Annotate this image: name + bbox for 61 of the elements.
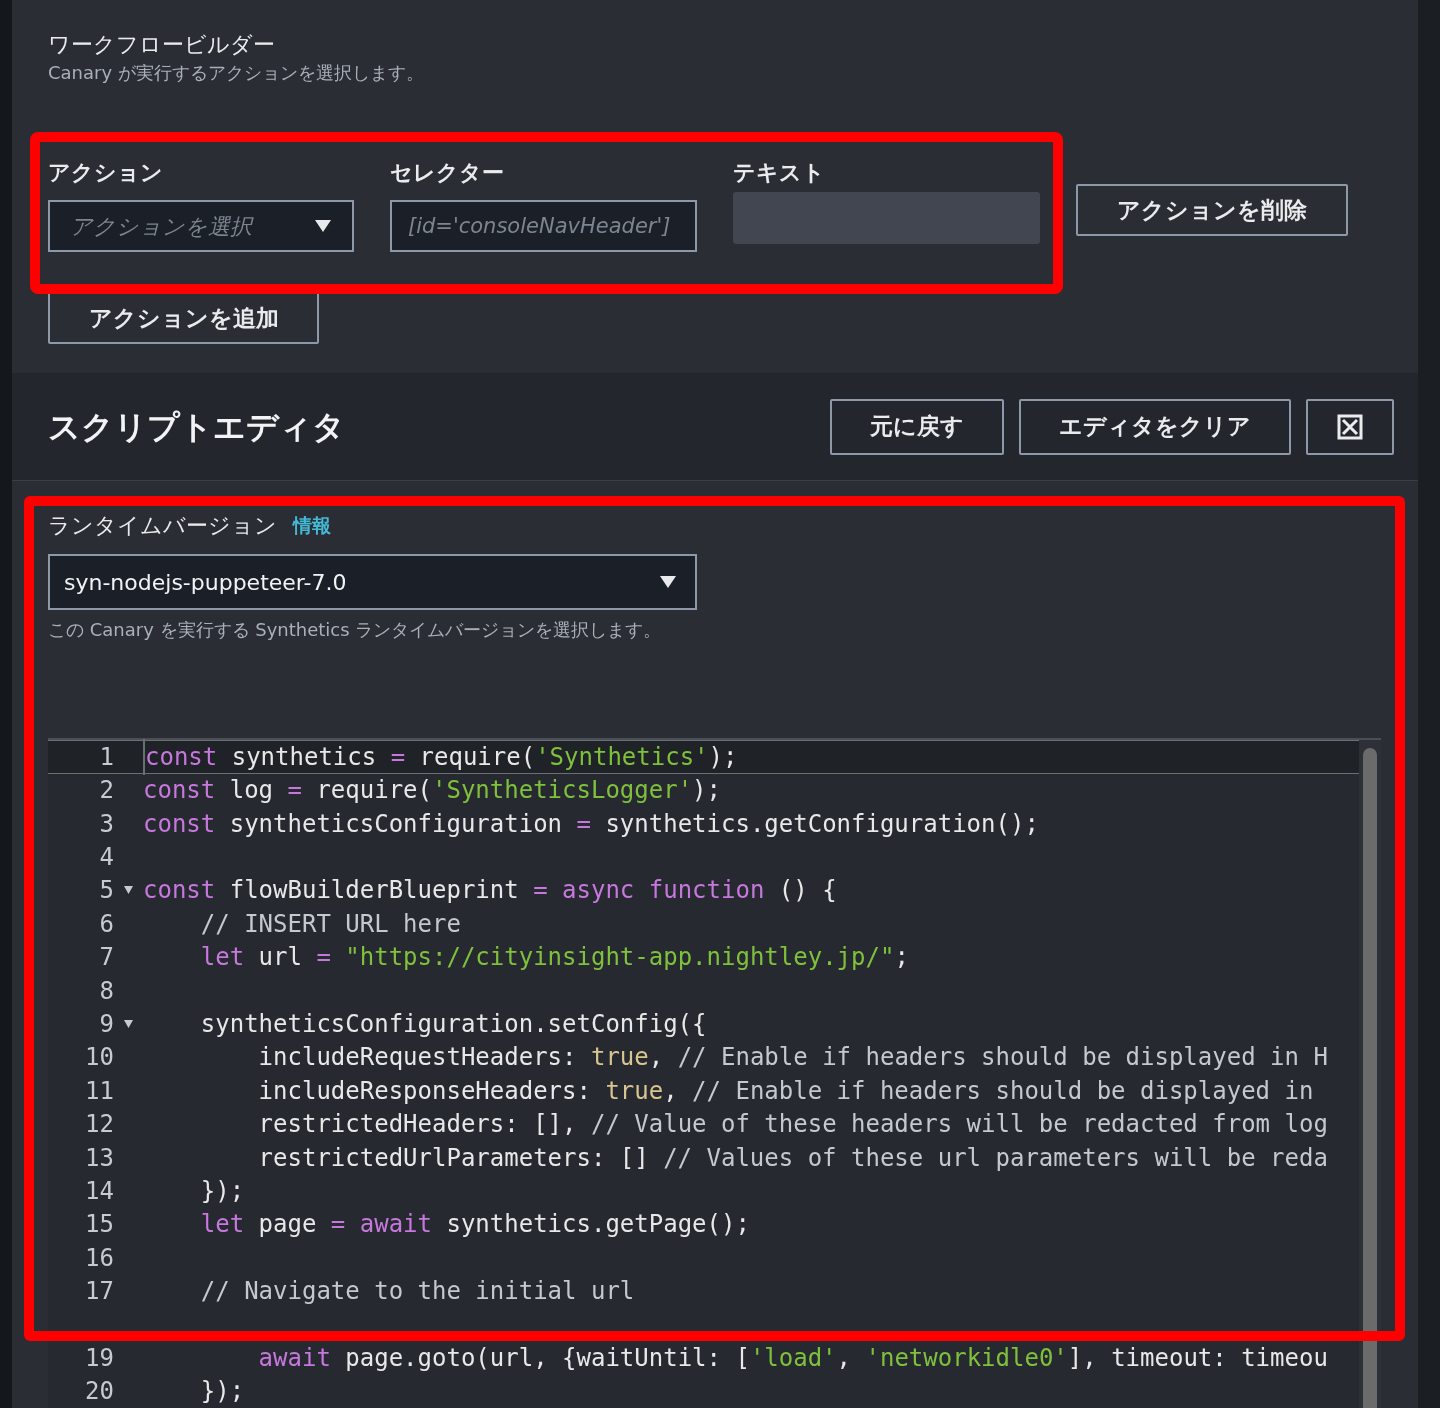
fullscreen-button[interactable]	[1306, 398, 1394, 455]
line-number: 8	[99, 976, 114, 1005]
code-line: includeResponseHeaders: true, // Enable if headers should be displayed in	[257, 1075, 1314, 1107]
line-number: 6	[99, 909, 114, 938]
caret-icon	[314, 219, 332, 233]
code-line: const flowBuilderBlueprint = async function () {	[143, 875, 837, 907]
line-number: 12	[85, 1110, 114, 1139]
line-number: 15	[85, 1210, 114, 1239]
info-link[interactable]: 情報	[293, 511, 331, 540]
add-action-button[interactable]: アクションを追加	[48, 292, 319, 344]
section-title: ワークフロービルダー	[48, 31, 276, 59]
code-line: restrictedHeaders: [], // Value of these headers will be redacted from log	[257, 1109, 1328, 1141]
section-description: Canary が実行するアクションを選択します。	[48, 61, 425, 85]
select-value: syn-nodejs-puppeteer-7.0	[64, 568, 347, 597]
line-number: 16	[85, 1243, 114, 1272]
line-number: 3	[99, 809, 114, 838]
line-number: 4	[99, 843, 114, 872]
code-line: syntheticsConfiguration.setConfig({	[199, 1009, 707, 1040]
delete-action-button[interactable]: アクションを削除	[1076, 184, 1348, 236]
code-line: // INSERT URL here	[199, 908, 461, 940]
line-number: 10	[85, 1043, 114, 1072]
line-number: 17	[85, 1277, 114, 1306]
code-line: includeRequestHeaders: true, // Enable if headers should be displayed in H	[257, 1042, 1328, 1074]
caret-icon	[659, 575, 677, 590]
line-number: 20	[85, 1377, 114, 1406]
code-line: const synthetics = require('Synthetics');	[143, 738, 738, 775]
line-number: 1	[99, 742, 114, 771]
scrollbar[interactable]	[1359, 740, 1381, 1408]
action-select[interactable]: アクションを選択	[48, 200, 354, 252]
line-number: 13	[85, 1143, 114, 1172]
line-number: 11	[85, 1076, 114, 1105]
line-number: 14	[85, 1176, 114, 1205]
selector-input[interactable]: [id='consoleNavHeader']	[390, 200, 697, 252]
help-text: この Canary を実行する Synthetics ランタイムバージョンを選択します。	[48, 618, 663, 643]
fold-icon[interactable]	[124, 1020, 133, 1028]
select-placeholder: アクションを選択	[70, 212, 252, 241]
expand-icon	[1337, 413, 1363, 440]
runtime-select[interactable]: syn-nodejs-puppeteer-7.0	[48, 554, 697, 611]
field-label: ランタイムバージョン	[48, 512, 277, 541]
code-line: let url = "https://cityinsight-app.nightley.jp/";	[199, 942, 909, 974]
line-number: 19	[85, 1343, 114, 1372]
code-line: // Navigate to the initial url	[199, 1276, 635, 1308]
code-line: restrictedUrlParameters: [] // Values of these url parameters will be reda	[257, 1142, 1328, 1174]
code-line: const log = require('SyntheticsLogger');	[143, 775, 721, 807]
clear-editor-button[interactable]: エディタをクリア	[1019, 398, 1291, 455]
code-line: });	[199, 1376, 245, 1408]
line-number: 2	[99, 776, 114, 805]
section-title: スクリプトエディタ	[48, 406, 346, 448]
fold-icon[interactable]	[124, 886, 133, 895]
line-number: 9	[99, 1010, 114, 1038]
field-label: アクション	[48, 159, 164, 187]
code-line: let page = await synthetics.getPage();	[199, 1209, 750, 1241]
field-label: セレクター	[390, 159, 505, 187]
field-label: テキスト	[733, 159, 826, 187]
code-line: await page.goto(url, {waitUntil: ['load', 'networkidle0'], timeout: timeou	[257, 1342, 1328, 1374]
code-line: });	[199, 1175, 245, 1207]
code-line: const syntheticsConfiguration = synthetics.getConfiguration();	[143, 808, 1039, 840]
code-editor[interactable]	[48, 738, 1381, 1408]
undo-button[interactable]: 元に戻す	[830, 398, 1004, 455]
line-number: 5	[99, 876, 114, 905]
line-number: 7	[99, 943, 114, 972]
